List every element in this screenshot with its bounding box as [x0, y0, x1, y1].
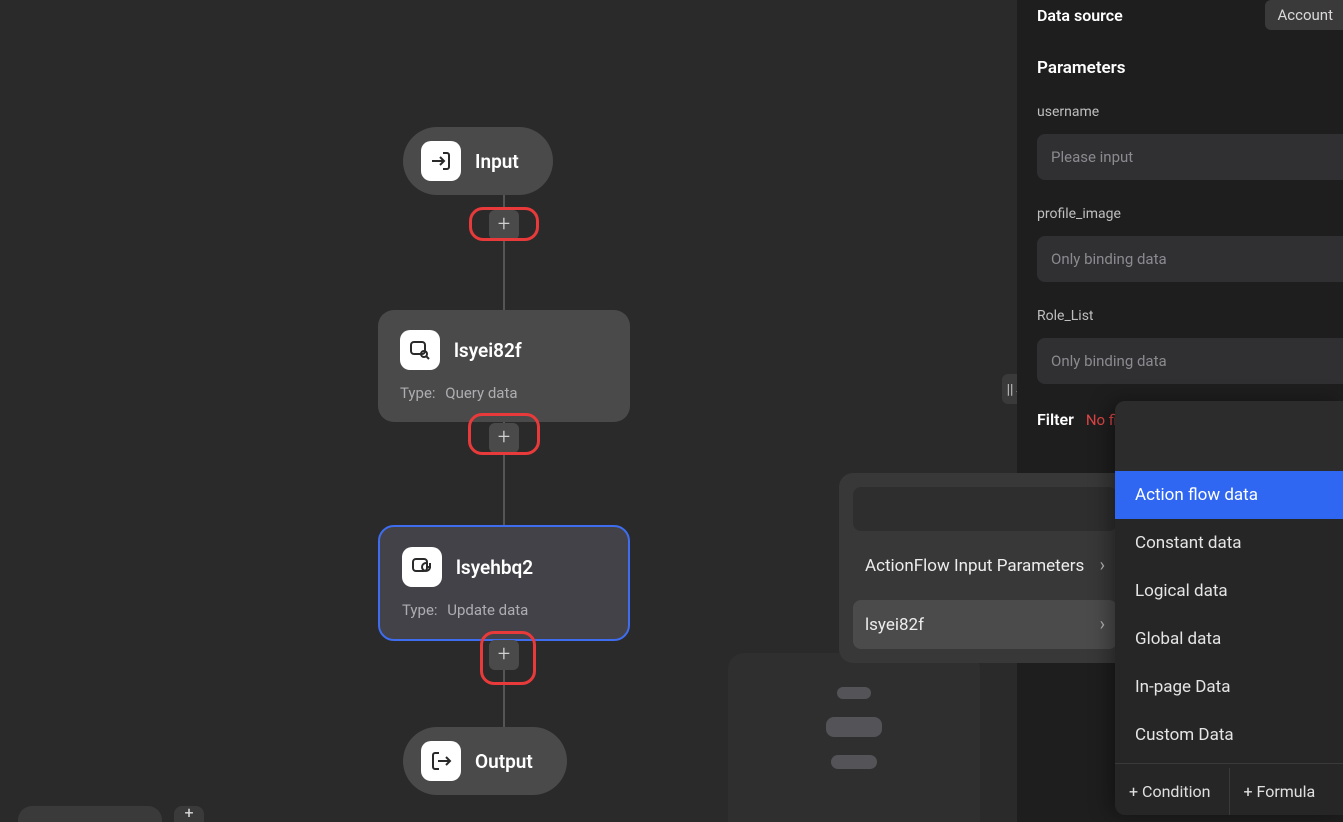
add-node-button[interactable]: +	[489, 423, 519, 453]
canvas-footer-controls: +	[18, 806, 204, 822]
update-icon	[402, 547, 442, 587]
data-type-popover: Action flow data Constant data Logical d…	[1115, 401, 1343, 815]
node-type-value: Query data	[445, 384, 517, 402]
popover-item-label: ActionFlow Input Parameters	[865, 556, 1084, 576]
node-type-value: Update data	[447, 601, 528, 619]
add-node-button[interactable]: +	[489, 640, 519, 670]
chevron-right-icon: ›	[1100, 555, 1105, 576]
data-type-option[interactable]: In-page Data	[1115, 663, 1343, 711]
data-type-option[interactable]: Logical data	[1115, 567, 1343, 615]
add-condition-button[interactable]: + Condition	[1115, 768, 1230, 815]
username-input[interactable]: Please input	[1037, 134, 1343, 180]
popover-search-input[interactable]	[1115, 401, 1343, 471]
field-label: profile_image	[1037, 206, 1343, 222]
divider	[1115, 763, 1343, 764]
chevron-right-icon: ›	[1100, 614, 1105, 635]
field-label: username	[1037, 104, 1343, 120]
filter-warning: No fi	[1086, 411, 1117, 429]
data-type-option[interactable]: Constant data	[1115, 519, 1343, 567]
node-type-label: Type:	[402, 601, 438, 619]
node-title: lsyehbq2	[456, 556, 533, 579]
popover-item-label: lsyei82f	[865, 615, 924, 635]
output-icon	[421, 741, 461, 781]
data-type-option[interactable]: Action flow data	[1115, 471, 1343, 519]
data-type-option[interactable]: Custom Data	[1115, 711, 1343, 759]
preview-placeholder	[728, 653, 980, 822]
popover-search-input[interactable]	[853, 487, 1117, 531]
popover-item-actionflow-input[interactable]: ActionFlow Input Parameters ›	[853, 541, 1117, 590]
query-icon	[400, 330, 440, 370]
profile-image-input[interactable]: Only binding data	[1037, 236, 1343, 282]
node-title: lsyei82f	[454, 339, 522, 362]
data-type-option[interactable]: Global data	[1115, 615, 1343, 663]
input-node-label: Input	[475, 150, 519, 173]
field-label: Role_List	[1037, 308, 1343, 324]
role-list-input[interactable]: Only binding data	[1037, 338, 1343, 384]
flow-node-update[interactable]: lsyehbq2 Type: Update data	[378, 525, 630, 641]
add-node-button[interactable]: +	[489, 210, 519, 240]
zoom-plus-button[interactable]: +	[174, 806, 204, 822]
flow-node-query[interactable]: lsyei82f Type: Query data	[378, 310, 630, 422]
add-formula-button[interactable]: + Formula	[1230, 768, 1343, 815]
data-source-label: Data source	[1037, 6, 1123, 25]
input-icon	[421, 141, 461, 181]
output-node[interactable]: Output	[403, 727, 567, 795]
parameters-title: Parameters	[1037, 58, 1343, 78]
filter-label: Filter	[1037, 410, 1074, 429]
node-type-label: Type:	[400, 384, 436, 402]
zoom-control[interactable]	[18, 806, 162, 822]
input-node[interactable]: Input	[403, 127, 553, 195]
output-node-label: Output	[475, 750, 533, 773]
popover-item-node[interactable]: lsyei82f ›	[853, 600, 1117, 649]
parameter-source-popover: ActionFlow Input Parameters › lsyei82f ›	[839, 473, 1131, 663]
data-source-value[interactable]: Account	[1265, 0, 1343, 30]
